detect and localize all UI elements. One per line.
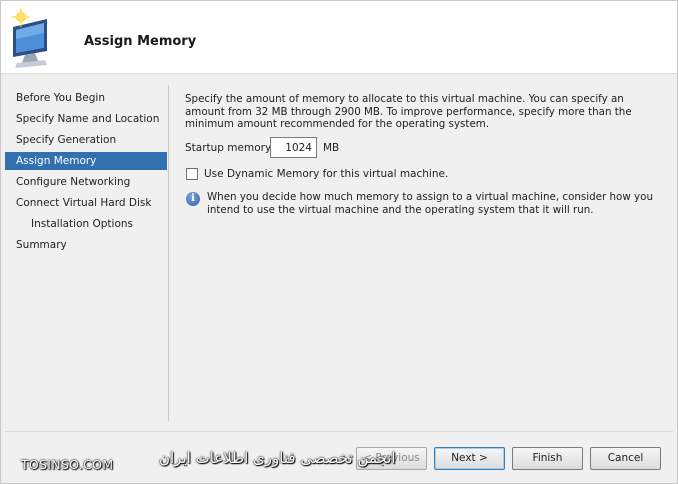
memory-unit-label: MB: [323, 142, 340, 154]
sidebar-item-specify-name-and-location[interactable]: Specify Name and Location: [5, 110, 167, 128]
sidebar-item-connect-virtual-hard-disk[interactable]: Connect Virtual Hard Disk: [5, 194, 167, 212]
dynamic-memory-row: Use Dynamic Memory for this virtual mach…: [185, 167, 505, 183]
sidebar-item-configure-networking[interactable]: Configure Networking: [5, 173, 167, 191]
dynamic-memory-checkbox[interactable]: [186, 168, 198, 180]
startup-memory-row: Startup memory: MB: [185, 137, 485, 159]
sidebar-item-before-you-begin[interactable]: Before You Begin: [5, 89, 167, 107]
page-title: Assign Memory: [84, 34, 197, 49]
wizard-header: Assign Memory: [1, 1, 677, 74]
sidebar-item-specify-generation[interactable]: Specify Generation: [5, 131, 167, 149]
memory-description: Specify the amount of memory to allocate…: [185, 93, 632, 130]
wizard-window: Assign Memory Before You Begin Specify N…: [0, 0, 678, 484]
watermark-farsi: انجمن تخصصی فناوری اطلاعات ایران: [159, 449, 396, 467]
footer-divider: [5, 431, 673, 432]
next-button[interactable]: Next >: [434, 447, 505, 470]
sidebar-item-assign-memory[interactable]: Assign Memory: [5, 152, 167, 170]
dynamic-memory-label[interactable]: Use Dynamic Memory for this virtual mach…: [204, 168, 448, 180]
watermark-brand: TOSINSO.COM: [21, 457, 114, 472]
info-note: i When you decide how much memory to ass…: [185, 191, 659, 216]
finish-button[interactable]: Finish: [512, 447, 583, 470]
startup-memory-label: Startup memory:: [185, 142, 274, 154]
info-icon: i: [186, 192, 200, 206]
sidebar-item-installation-options[interactable]: Installation Options: [5, 215, 167, 233]
main-content: Specify the amount of memory to allocate…: [185, 93, 665, 216]
cancel-button[interactable]: Cancel: [590, 447, 661, 470]
startup-memory-input[interactable]: [270, 137, 317, 158]
info-text: When you decide how much memory to assig…: [207, 191, 653, 216]
virtual-machine-wizard-icon: [10, 6, 47, 68]
sidebar-item-summary[interactable]: Summary: [5, 236, 167, 254]
wizard-steps-sidebar: Before You Begin Specify Name and Locati…: [5, 85, 169, 421]
